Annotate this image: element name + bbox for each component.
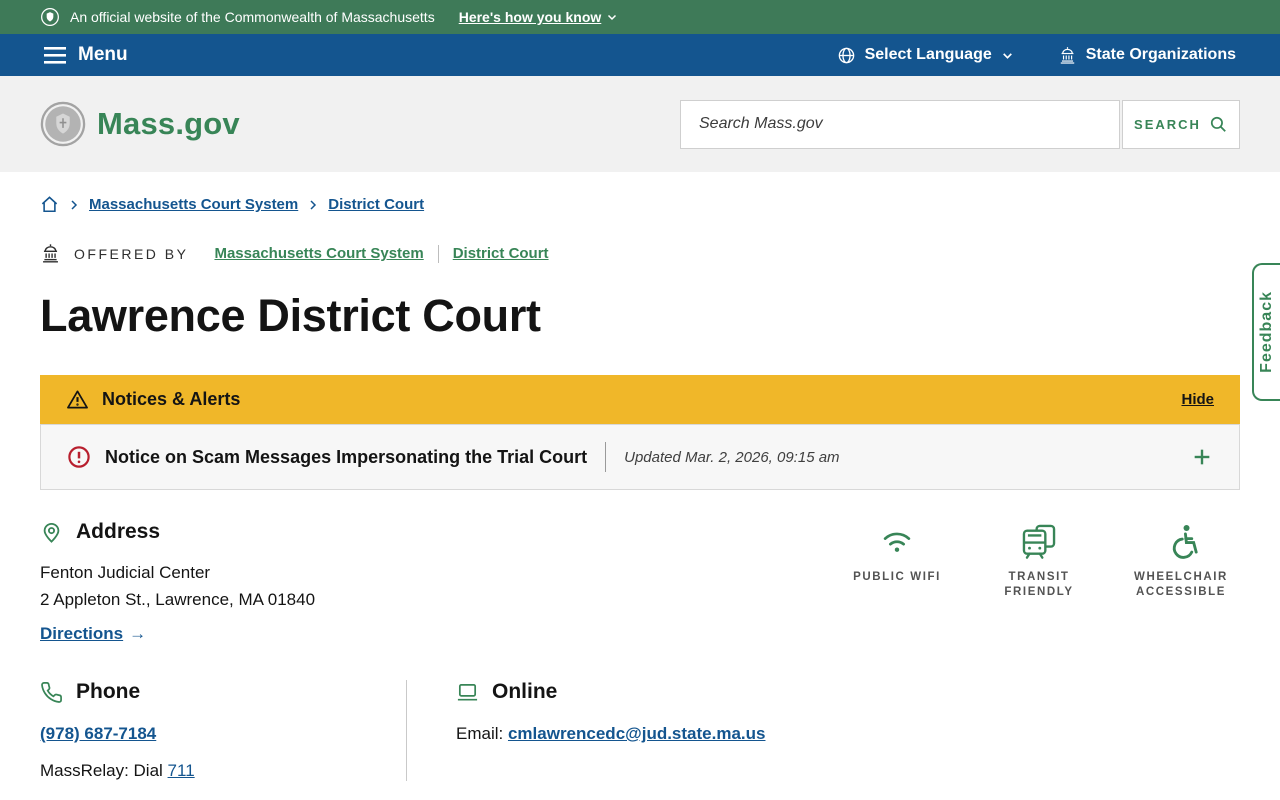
offered-by-link-district-court[interactable]: District Court [453, 245, 549, 262]
massgov-seal-icon [40, 101, 86, 147]
amenity-public-wifi: PUBLIC WIFI [838, 522, 956, 644]
search-button[interactable]: SEARCH [1122, 99, 1240, 149]
warning-triangle-icon [67, 390, 88, 409]
search-input[interactable] [680, 99, 1120, 149]
address-block: Address Fenton Judicial Center 2 Appleto… [40, 520, 315, 644]
chevron-right-icon [310, 199, 317, 210]
site-header: Mass.gov SEARCH [0, 76, 1280, 172]
contact-section: Phone (978) 687-7184 MassRelay: Dial 711… [40, 680, 1240, 781]
amenity-transit-friendly: TRANSIT FRIENDLY [980, 522, 1098, 644]
official-banner: An official website of the Commonwealth … [0, 0, 1280, 34]
massrelay-line: MassRelay: Dial 711 [40, 761, 195, 780]
menu-button[interactable]: Menu [44, 44, 128, 66]
online-block: Online Email: cmlawrencedc@jud.state.ma.… [406, 680, 1240, 781]
breadcrumb-link-district-court[interactable]: District Court [328, 196, 424, 213]
phone-heading: Phone [40, 680, 406, 704]
main-navbar: Menu Select Language State Organizations [0, 34, 1280, 76]
laptop-icon [457, 683, 478, 701]
search-icon [1210, 116, 1226, 132]
amenity-label: TRANSIT FRIENDLY [1004, 571, 1074, 598]
directions-link[interactable]: Directions → [40, 624, 146, 644]
address-heading: Address [40, 520, 315, 544]
alerts-title: Notices & Alerts [102, 389, 241, 409]
arrow-right-icon: → [129, 624, 147, 643]
email-line: Email: cmlawrencedc@jud.state.ma.us [456, 724, 766, 743]
amenity-wheelchair-accessible: WHEELCHAIR ACCESSIBLE [1122, 522, 1240, 644]
home-icon [41, 196, 58, 213]
page-title: Lawrence District Court [40, 290, 541, 341]
alert-circle-icon [68, 446, 90, 468]
breadcrumb-link-court-system[interactable]: Massachusetts Court System [89, 196, 298, 213]
breadcrumb: Massachusetts Court System District Cour… [40, 195, 1240, 214]
feedback-tab-label: Feedback [1258, 291, 1275, 373]
hide-alerts-link[interactable]: Hide [1181, 391, 1214, 408]
chevron-down-icon [608, 14, 617, 21]
amenities-row: PUBLIC WIFI TRANSIT FRIENDLY WHEELCHAIR … [838, 520, 1240, 644]
plus-icon [1194, 449, 1210, 465]
offered-by-label: OFFERED BY [74, 245, 189, 262]
massgov-logo-text: Mass.gov [97, 106, 240, 141]
alerts-header: Notices & Alerts Hide [40, 375, 1240, 424]
chevron-right-icon [71, 199, 78, 210]
divider [437, 244, 439, 263]
globe-icon [838, 47, 854, 63]
info-section: Address Fenton Judicial Center 2 Appleto… [40, 520, 1240, 644]
email-link[interactable]: cmlawrencedc@jud.state.ma.us [508, 724, 766, 743]
address-line-1: Fenton Judicial Center [40, 563, 211, 582]
breadcrumb-home-link[interactable] [40, 195, 59, 214]
state-seal-icon [40, 7, 60, 27]
search-area: SEARCH [680, 99, 1240, 149]
heres-how-you-know-link[interactable]: Here's how you know [459, 9, 619, 25]
chevron-down-icon [1002, 52, 1012, 59]
divider [605, 442, 607, 472]
location-pin-icon [43, 522, 60, 543]
wifi-icon [883, 532, 911, 552]
statehouse-icon [43, 244, 58, 263]
hamburger-icon [44, 46, 66, 64]
offered-by-row: OFFERED BY Massachusetts Court System Di… [40, 243, 1240, 264]
alert-notice-row[interactable]: Notice on Scam Messages Impersonating th… [40, 424, 1240, 490]
feedback-tab[interactable]: Feedback [1252, 263, 1280, 401]
transit-icon [1022, 524, 1056, 559]
alerts-section: Notices & Alerts Hide Notice on Scam Mes… [40, 375, 1240, 490]
massgov-logo[interactable]: Mass.gov [40, 101, 240, 147]
wheelchair-icon [1172, 525, 1198, 559]
select-language-button[interactable]: Select Language [837, 46, 1014, 65]
phone-number-link[interactable]: (978) 687-7184 [40, 724, 156, 744]
address-line-2: 2 Appleton St., Lawrence, MA 01840 [40, 590, 316, 609]
phone-block: Phone (978) 687-7184 MassRelay: Dial 711 [40, 680, 406, 781]
online-heading: Online [456, 680, 1240, 704]
amenity-label: PUBLIC WIFI [853, 571, 941, 583]
offered-by-link-court-system[interactable]: Massachusetts Court System [214, 245, 423, 262]
statehouse-icon [1060, 46, 1074, 64]
amenity-label: WHEELCHAIR ACCESSIBLE [1134, 571, 1228, 598]
notice-updated-timestamp: Updated Mar. 2, 2026, 09:15 am [624, 448, 840, 466]
official-banner-text: An official website of the Commonwealth … [70, 9, 435, 25]
notice-title: Notice on Scam Messages Impersonating th… [105, 446, 588, 467]
massrelay-711-link[interactable]: 711 [168, 761, 195, 780]
state-organizations-link[interactable]: State Organizations [1058, 46, 1236, 65]
expand-notice-button[interactable] [1191, 446, 1213, 468]
phone-icon [41, 681, 62, 703]
